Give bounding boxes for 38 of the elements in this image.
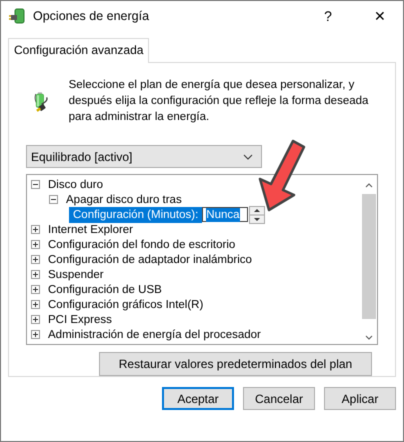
setting-label[interactable]: Configuración (Minutos):: [69, 206, 202, 223]
collapse-icon[interactable]: [31, 180, 40, 190]
chevron-down-icon: [243, 154, 253, 160]
expand-icon[interactable]: [31, 255, 40, 264]
plan-dropdown[interactable]: Equilibrado [activo]: [26, 145, 262, 168]
scroll-up-icon[interactable]: [365, 183, 373, 188]
restore-defaults-button[interactable]: Restaurar valores predeterminados del plan: [99, 352, 372, 376]
tree-item[interactable]: Administración de energía del procesador: [48, 328, 261, 342]
tree-item[interactable]: PCI Express: [48, 312, 112, 327]
tab[interactable]: Configuración avanzada: [8, 38, 150, 63]
spin-buttons-icon[interactable]: [249, 206, 266, 224]
expand-icon[interactable]: [31, 300, 40, 310]
tree-item[interactable]: Configuración gráficos Intel(R): [48, 298, 204, 312]
battery-plug-icon: [9, 7, 27, 25]
minutes-spinbox[interactable]: Nunca: [202, 207, 248, 222]
expand-icon[interactable]: [31, 330, 40, 340]
window-title: Opciones de energía: [33, 9, 150, 23]
expand-icon[interactable]: [31, 270, 40, 280]
help-button[interactable]: ?: [305, 1, 351, 31]
dialog-button[interactable]: Aplicar: [324, 387, 396, 410]
expand-icon[interactable]: [31, 315, 40, 324]
tree-item[interactable]: Internet Explorer: [48, 222, 134, 237]
arrow-icon: [257, 137, 307, 213]
tree-item[interactable]: Disco duro: [48, 178, 103, 192]
expand-icon[interactable]: [31, 240, 40, 250]
scroll-down-icon[interactable]: [365, 335, 373, 340]
dialog-button[interactable]: Aceptar: [162, 387, 234, 410]
tree-item[interactable]: Configuración de USB: [48, 282, 162, 297]
dialog-button[interactable]: Cancelar: [243, 387, 315, 410]
description-text: Seleccione el plan de energía que desea personalizar, y después elija la configuración que refleje la forma deseada para administrar la energía.: [68, 78, 370, 125]
close-button[interactable]: ✕: [357, 1, 403, 31]
tree-item[interactable]: Suspender: [48, 268, 104, 282]
expand-icon[interactable]: [31, 285, 40, 294]
tree-item[interactable]: Configuración del fondo de escritorio: [48, 238, 236, 252]
collapse-icon[interactable]: [49, 195, 58, 204]
tree-item[interactable]: Configuración de adaptador inalámbrico: [48, 252, 252, 267]
tree-item[interactable]: Apagar disco duro tras: [66, 192, 182, 207]
expand-icon[interactable]: [31, 225, 40, 234]
